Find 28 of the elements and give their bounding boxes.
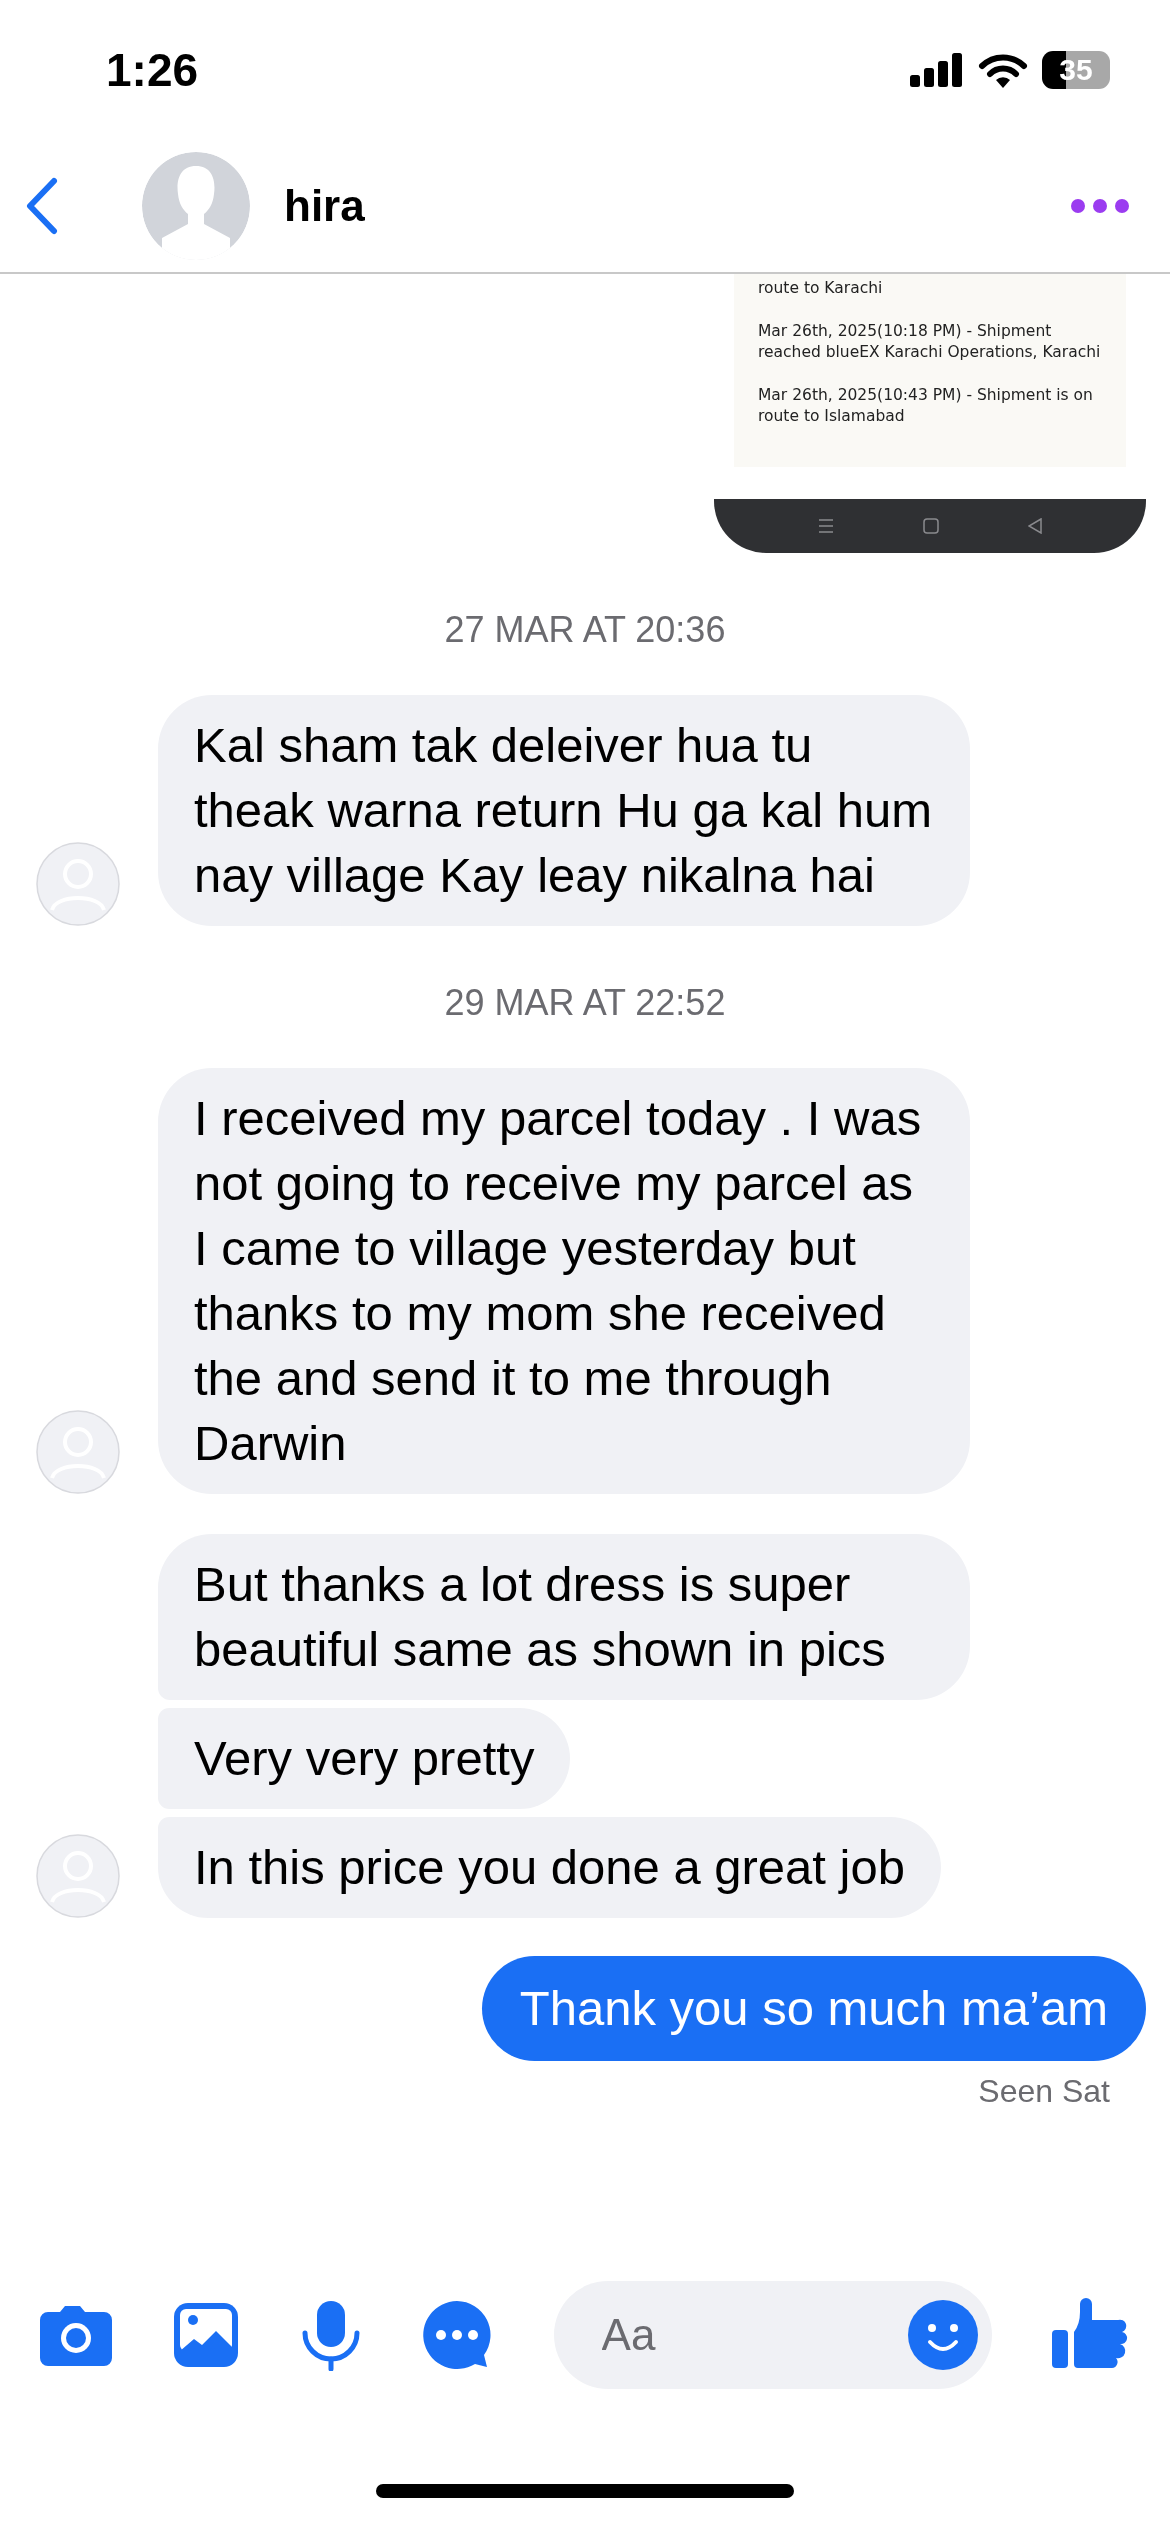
received-message: I received my parcel today . I was not going to receive my parcel as I came to village yesterday but thanks to my mom she received the and send it to me through Darwin: [158, 1068, 970, 1494]
sent-message: Thank you so much ma’am: [481, 1956, 1146, 2061]
more-button[interactable]: [1070, 198, 1130, 214]
status-time: 1:26: [106, 43, 199, 97]
wifi-icon: [978, 52, 1028, 88]
received-message: Very very pretty: [158, 1708, 571, 1809]
tracking-text: Mar 26th, 2025(10:18 PM) - Shipment reached blueEX Karachi Operations, Karachi: [758, 321, 1102, 363]
triangle-icon: [1027, 518, 1042, 534]
tracking-text: Mar 26th, 2025(10:43 PM) - Shipment is on route to Islamabad: [758, 385, 1094, 427]
date-divider: 27 MAR AT 20:36: [443, 609, 727, 651]
emoji-icon[interactable]: [907, 2300, 978, 2370]
tracking-text: route to Karachi: [758, 278, 884, 299]
message-field[interactable]: Aa: [553, 2281, 992, 2389]
signal-icon: [910, 53, 964, 87]
received-message: Kal sham tak deleiver hua tu theak warna return Hu ga kal hum nay village Kay leay nikalna hai: [158, 695, 970, 926]
menu-icon: [818, 519, 835, 533]
message-input[interactable]: Aa: [599, 2309, 908, 2361]
back-button[interactable]: [24, 177, 60, 235]
seen-status: Seen Sat: [977, 2073, 1111, 2110]
date-divider: 29 MAR AT 22:52: [443, 982, 727, 1024]
camera-button[interactable]: [40, 2304, 112, 2366]
square-icon: [923, 518, 939, 534]
microphone-button[interactable]: [300, 2299, 361, 2371]
gallery-button[interactable]: [172, 2301, 241, 2369]
received-message: In this price you done a great job: [158, 1817, 941, 1918]
received-message: But thanks a lot dress is super beautiful same as shown in pics: [158, 1534, 970, 1700]
contact-name: hira: [284, 181, 366, 231]
shared-screenshot[interactable]: route to Karachi Mar 26th, 2025(10:18 PM) - Shipment reached blueEX Karachi Operations, Karachi Mar 26th, 2025(10:43 PM) - Shipment is on route to Islamabad: [734, 274, 1126, 467]
